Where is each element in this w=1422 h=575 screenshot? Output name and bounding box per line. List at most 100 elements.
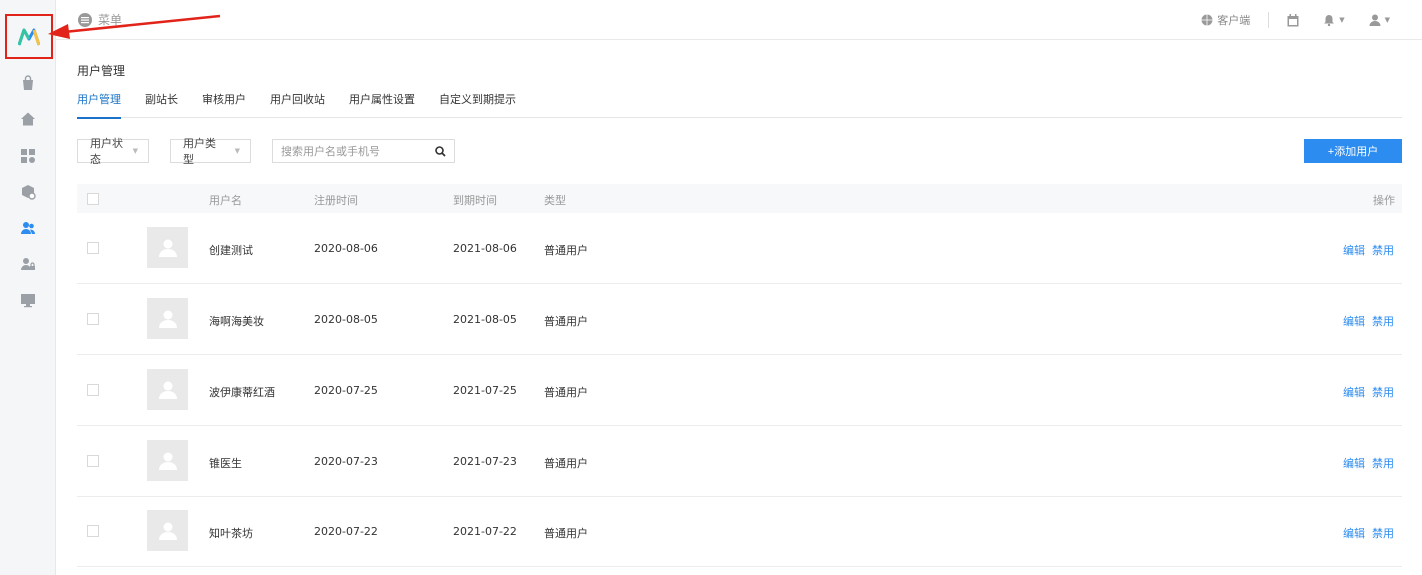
row-checkbox[interactable] (87, 242, 99, 254)
edit-link[interactable]: 编辑 (1343, 313, 1365, 329)
monitor-icon[interactable] (0, 284, 56, 316)
calendar-icon (1287, 13, 1299, 26)
apps-settings-icon[interactable] (0, 140, 56, 172)
tab-user-management[interactable]: 用户管理 (77, 93, 121, 119)
expire-time-cell: 2021-07-22 (453, 525, 517, 538)
header-expire-time: 到期时间 (453, 194, 497, 207)
add-user-button[interactable]: +添加用户 (1304, 139, 1402, 163)
register-time-cell: 2020-08-05 (314, 313, 378, 326)
search-icon[interactable] (435, 145, 446, 157)
sidebar (0, 0, 56, 575)
client-label: 客户端 (1217, 14, 1251, 27)
chevron-down-icon: ▼ (1384, 16, 1390, 24)
register-time-cell: 2020-07-22 (314, 525, 378, 538)
home-icon[interactable] (0, 103, 56, 135)
user-placeholder-icon (158, 522, 177, 540)
avatar (147, 440, 188, 481)
type-cell: 普通用户 (544, 457, 588, 470)
expire-time-cell: 2021-08-05 (453, 313, 517, 326)
username-cell: 创建测试 (209, 244, 253, 257)
register-time-cell: 2020-07-23 (314, 455, 378, 468)
table-row: 波伊康蒂红酒 2020-07-25 2021-07-25 普通用户 编辑 禁用 (77, 355, 1402, 426)
package-settings-icon[interactable] (0, 176, 56, 208)
avatar (147, 510, 188, 551)
user-type-select[interactable]: 用户类型 ▼ (170, 137, 251, 166)
globe-icon (1201, 14, 1213, 26)
type-cell: 普通用户 (544, 386, 588, 399)
avatar (147, 227, 188, 268)
shop-bag-icon[interactable] (0, 67, 56, 99)
user-placeholder-icon (158, 239, 177, 257)
disable-link[interactable]: 禁用 (1372, 525, 1394, 541)
user-status-label: 用户状态 (90, 137, 123, 166)
bell-icon (1324, 15, 1335, 26)
chevron-down-icon: ▼ (132, 147, 138, 155)
edit-link[interactable]: 编辑 (1343, 455, 1365, 471)
search-box (272, 139, 455, 163)
table-row: 知叶茶坊 2020-07-22 2021-07-22 普通用户 编辑 禁用 (77, 496, 1402, 567)
header-type: 类型 (544, 194, 566, 207)
user-type-label: 用户类型 (183, 137, 216, 166)
type-cell: 普通用户 (544, 315, 588, 328)
tab-user-recycle-bin[interactable]: 用户回收站 (270, 93, 325, 118)
expire-time-cell: 2021-08-06 (453, 242, 517, 255)
user-status-select[interactable]: 用户状态 ▼ (77, 137, 149, 166)
user-menu-button[interactable]: ▼ (1357, 14, 1402, 26)
expire-time-cell: 2021-07-25 (453, 384, 517, 397)
edit-link[interactable]: 编辑 (1343, 525, 1365, 541)
edit-link[interactable]: 编辑 (1343, 242, 1365, 258)
edit-link[interactable]: 编辑 (1343, 384, 1365, 400)
type-cell: 普通用户 (544, 244, 588, 257)
header-username: 用户名 (209, 194, 242, 207)
logo-icon[interactable] (18, 28, 40, 46)
header-actions: 操作 (1373, 194, 1395, 207)
table-row: 海啊海美妆 2020-08-05 2021-08-05 普通用户 编辑 禁用 (77, 284, 1402, 355)
expire-time-cell: 2021-07-23 (453, 455, 517, 468)
chevron-down-icon: ▼ (1339, 16, 1345, 24)
tab-deputy-admin[interactable]: 副站长 (145, 93, 178, 118)
chevron-down-icon: ▼ (234, 147, 240, 155)
table-row: 创建测试 2020-08-06 2021-08-06 普通用户 编辑 禁用 (77, 213, 1402, 284)
user-placeholder-icon (158, 310, 177, 328)
logo-highlight-box (5, 14, 53, 59)
calendar-button[interactable] (1275, 13, 1311, 27)
user-lock-icon[interactable] (0, 248, 56, 280)
username-cell: 锥医生 (209, 457, 242, 470)
search-input[interactable] (281, 144, 435, 158)
tab-custom-expiry-notice[interactable]: 自定义到期提示 (439, 93, 516, 118)
avatar (147, 298, 188, 339)
username-cell: 知叶茶坊 (209, 527, 253, 540)
user-placeholder-icon (158, 452, 177, 470)
tab-bar: 用户管理 副站长 审核用户 用户回收站 用户属性设置 自定义到期提示 (77, 93, 1402, 119)
type-cell: 普通用户 (544, 527, 588, 540)
table-row: 锥医生 2020-07-23 2021-07-23 普通用户 编辑 禁用 (77, 426, 1402, 497)
disable-link[interactable]: 禁用 (1372, 242, 1394, 258)
row-checkbox[interactable] (87, 525, 99, 537)
user-placeholder-icon (158, 381, 177, 399)
disable-link[interactable]: 禁用 (1372, 313, 1394, 329)
disable-link[interactable]: 禁用 (1372, 455, 1394, 471)
disable-link[interactable]: 禁用 (1372, 384, 1394, 400)
menu-label: 菜单 (98, 13, 123, 27)
username-cell: 波伊康蒂红酒 (209, 386, 275, 399)
header-register-time: 注册时间 (314, 194, 358, 207)
user-icon (1369, 14, 1381, 26)
top-bar: 菜单 客户端 ▼ ▼ (56, 0, 1422, 40)
row-checkbox[interactable] (87, 384, 99, 396)
menu-list-icon (78, 12, 92, 27)
menu-toggle[interactable]: 菜单 (78, 11, 122, 28)
row-checkbox[interactable] (87, 313, 99, 325)
tab-review-users[interactable]: 审核用户 (202, 93, 246, 118)
row-checkbox[interactable] (87, 455, 99, 467)
avatar (147, 369, 188, 410)
divider (1268, 12, 1270, 28)
tab-user-attribute-settings[interactable]: 用户属性设置 (349, 93, 415, 118)
register-time-cell: 2020-07-25 (314, 384, 378, 397)
username-cell: 海啊海美妆 (209, 315, 264, 328)
notifications-button[interactable]: ▼ (1311, 14, 1356, 26)
page-title: 用户管理 (77, 64, 126, 78)
select-all-checkbox[interactable] (87, 193, 99, 205)
client-link[interactable]: 客户端 (1189, 12, 1262, 28)
users-icon[interactable] (0, 212, 56, 244)
table-header: 用户名 注册时间 到期时间 类型 操作 (77, 184, 1402, 213)
